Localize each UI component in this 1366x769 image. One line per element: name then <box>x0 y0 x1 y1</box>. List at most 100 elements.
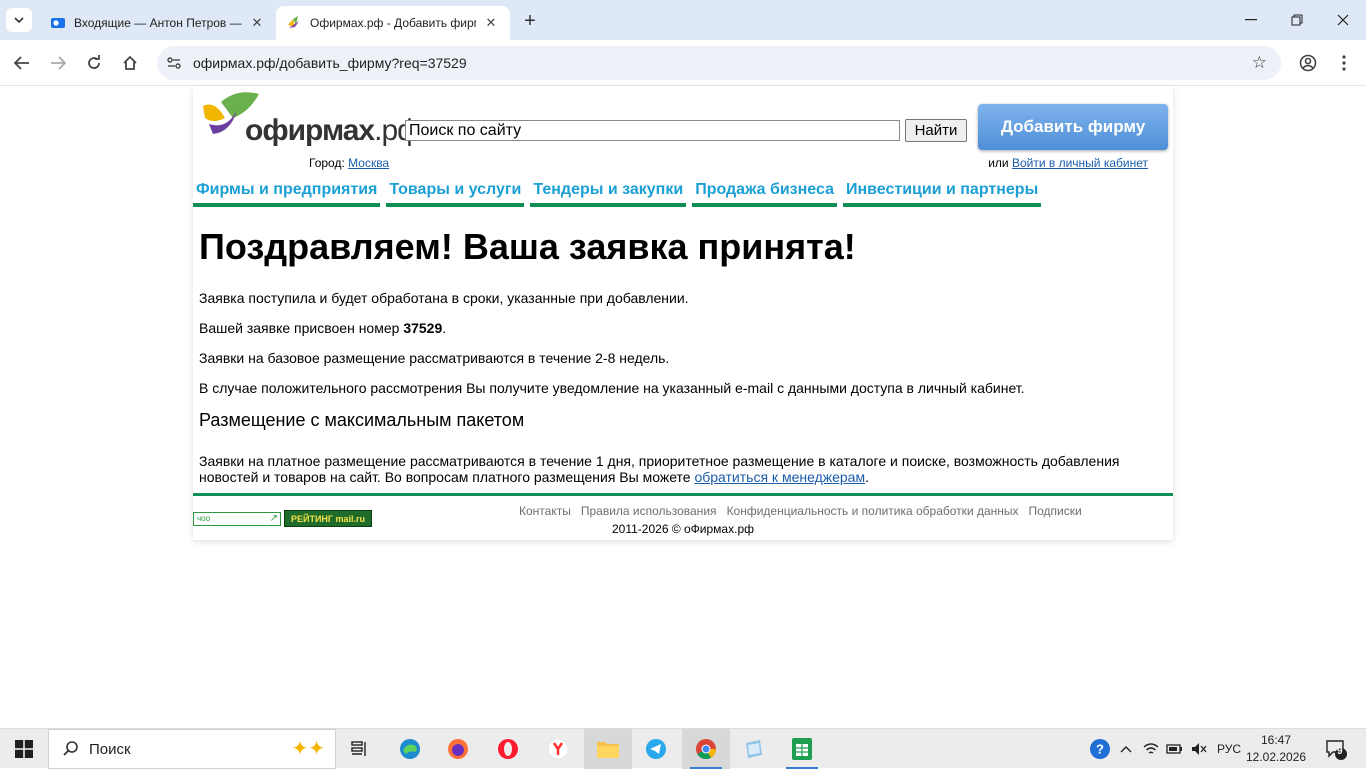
address-bar[interactable]: офирмах.рф/добавить_фирму?req=37529 ☆ <box>157 46 1281 80</box>
restore-button[interactable] <box>1274 6 1320 34</box>
speaker-muted-icon <box>1192 743 1207 755</box>
paragraph-base-placement: Заявки на базовое размещение рассматрива… <box>199 350 670 366</box>
reload-icon <box>88 55 100 69</box>
city-label: Город: <box>309 156 345 170</box>
tray-help[interactable]: ? <box>1086 729 1114 769</box>
windows-taskbar: Поиск ✦✦ ? РУС 16:47 12.02.2026 9 <box>0 728 1366 769</box>
taskbar-notes-app[interactable] <box>730 729 778 769</box>
windows-logo-icon <box>15 740 33 758</box>
arrow-right-icon <box>51 56 66 70</box>
footer-link-subscriptions[interactable]: Подписки <box>1029 504 1082 518</box>
tray-notifications[interactable]: 9 <box>1318 729 1354 769</box>
search-icon <box>63 740 79 761</box>
telegram-icon <box>646 739 666 759</box>
firefox-icon <box>448 739 468 759</box>
taskbar-spreadsheet[interactable] <box>778 729 826 769</box>
city-selector: Город: Москва <box>309 156 389 170</box>
taskbar-telegram[interactable] <box>632 729 680 769</box>
browser-tab-inbox[interactable]: Входящие — Антон Петров — ✕ <box>40 6 276 40</box>
tab-search-button[interactable] <box>6 8 32 32</box>
new-tab-button[interactable]: + <box>518 9 542 33</box>
opera-icon <box>498 739 518 759</box>
tray-volume[interactable] <box>1188 729 1210 769</box>
nav-item-investments[interactable]: Инвестиции и партнеры <box>842 181 1042 207</box>
login-prefix: или <box>988 156 1009 170</box>
chevron-up-icon <box>1120 746 1132 753</box>
taskbar-yandex[interactable] <box>534 729 582 769</box>
sparkle-icon: ✦✦ <box>291 738 325 760</box>
tray-overflow[interactable] <box>1116 729 1136 769</box>
login-line: или Войти в личный кабинет <box>988 156 1148 170</box>
search-button[interactable]: Найти <box>905 119 967 142</box>
browser-tab-bar: Входящие — Антон Петров — ✕ Офирмах.рф -… <box>0 0 1366 40</box>
notification-count: 9 <box>1337 746 1343 757</box>
footer-links: Контакты Правила использования Конфиденц… <box>519 504 1092 518</box>
clock-date: 12.02.2026 <box>1246 750 1307 764</box>
close-icon <box>1337 14 1349 26</box>
notes-app-icon <box>746 740 762 758</box>
reload-button[interactable] <box>80 49 108 77</box>
tray-network[interactable] <box>1140 729 1162 769</box>
taskbar-clock[interactable]: 16:47 12.02.2026 <box>1246 732 1306 766</box>
task-view-icon <box>351 741 366 756</box>
close-icon[interactable]: ✕ <box>248 14 266 32</box>
site-info-icon[interactable] <box>165 54 183 72</box>
start-button[interactable] <box>0 729 48 769</box>
taskbar-opera[interactable] <box>484 729 532 769</box>
search-input[interactable] <box>405 120 900 141</box>
nav-item-goods[interactable]: Товары и услуги <box>386 181 525 207</box>
edge-icon <box>400 739 420 759</box>
tab-title: Офирмах.рф - Добавить фирму <box>310 16 476 30</box>
home-icon <box>123 55 137 70</box>
taskbar-search[interactable]: Поиск ✦✦ <box>48 729 336 769</box>
footer-link-privacy[interactable]: Конфиденциальность и политика обработки … <box>727 504 1019 518</box>
restore-icon <box>1291 14 1303 26</box>
add-firm-button[interactable]: Добавить фирму <box>978 104 1168 150</box>
tab-title: Входящие — Антон Петров — <box>74 16 242 30</box>
login-link[interactable]: Войти в личный кабинет <box>1012 156 1148 170</box>
browser-tab-ofirmah[interactable]: Офирмах.рф - Добавить фирму ✕ <box>276 6 510 40</box>
taskbar-edge[interactable] <box>386 729 434 769</box>
close-window-button[interactable] <box>1320 6 1366 34</box>
forward-button[interactable] <box>44 49 72 77</box>
paragraph-received: Заявка поступила и будет обработана в ср… <box>199 290 689 306</box>
main-content: Поздравляем! Ваша заявка принята! Заявка… <box>199 226 1159 499</box>
back-button[interactable] <box>8 49 36 77</box>
main-nav: Фирмы и предприятия Товары и услуги Тенд… <box>193 181 1047 207</box>
taskbar-file-explorer[interactable] <box>584 729 632 769</box>
paragraph-paid-placement: Заявки на платное размещение рассматрива… <box>199 453 1120 485</box>
tray-battery[interactable] <box>1164 729 1186 769</box>
battery-icon <box>1166 744 1182 754</box>
url-text[interactable]: офирмах.рф/добавить_фирму?req=37529 <box>193 55 467 71</box>
tray-language[interactable]: РУС <box>1212 729 1246 769</box>
nav-item-business-sale[interactable]: Продажа бизнеса <box>692 181 837 207</box>
nav-item-firms[interactable]: Фирмы и предприятия <box>193 181 381 207</box>
help-icon: ? <box>1090 739 1110 759</box>
browser-menu-button[interactable] <box>1330 49 1358 77</box>
close-icon[interactable]: ✕ <box>482 14 500 32</box>
home-button[interactable] <box>116 49 144 77</box>
footer-link-terms[interactable]: Правила использования <box>581 504 717 518</box>
request-number: 37529 <box>403 320 443 336</box>
clock-time: 16:47 <box>1260 733 1292 747</box>
notification-center-icon <box>1326 740 1347 760</box>
yandex-browser-icon <box>547 738 569 760</box>
minimize-button[interactable] <box>1228 6 1274 34</box>
taskbar-firefox[interactable] <box>434 729 482 769</box>
footer-divider <box>193 493 1173 496</box>
chevron-down-icon <box>14 17 24 23</box>
profile-button[interactable] <box>1294 49 1322 77</box>
contact-managers-link[interactable]: обратиться к менеджерам <box>694 469 865 485</box>
nav-item-tenders[interactable]: Тендеры и закупки <box>530 181 687 207</box>
site-logo[interactable]: офирмах.рф <box>203 90 422 150</box>
folder-icon <box>597 742 619 758</box>
city-link[interactable]: Москва <box>348 156 389 170</box>
browser-toolbar: офирмах.рф/добавить_фирму?req=37529 ☆ <box>0 40 1366 86</box>
svg-text:?: ? <box>1096 742 1104 757</box>
footer-link-contacts[interactable]: Контакты <box>519 504 571 518</box>
taskbar-chrome[interactable] <box>682 729 730 769</box>
profile-icon <box>1299 54 1317 72</box>
task-view-button[interactable] <box>336 729 384 769</box>
minimize-icon <box>1245 19 1257 21</box>
bookmark-star-icon[interactable]: ☆ <box>1252 53 1267 73</box>
